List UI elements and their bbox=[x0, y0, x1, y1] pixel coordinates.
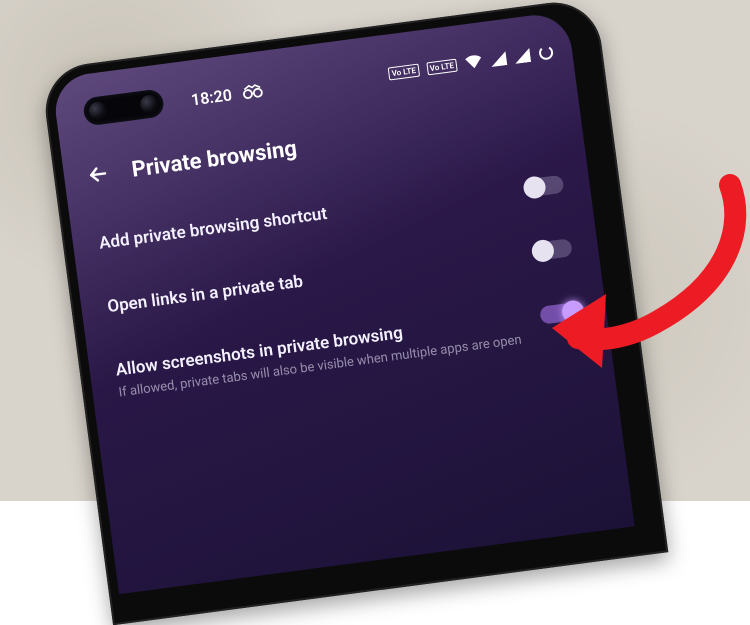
sim2-indicator: Vo LTE bbox=[426, 58, 458, 75]
signal-icon-2 bbox=[513, 48, 531, 64]
phone-body: 18:20 Vo LTE Vo LTE bbox=[40, 0, 668, 625]
incognito-icon bbox=[241, 83, 265, 100]
toggle-add-shortcut[interactable] bbox=[522, 175, 564, 198]
back-arrow-icon[interactable] bbox=[85, 161, 112, 188]
sim1-indicator: Vo LTE bbox=[388, 63, 420, 80]
wifi-icon bbox=[464, 54, 484, 70]
loading-spinner-icon bbox=[537, 44, 555, 62]
toggle-allow-screenshots[interactable] bbox=[539, 302, 581, 325]
toggle-open-links[interactable] bbox=[531, 238, 573, 261]
phone-screen: 18:20 Vo LTE Vo LTE bbox=[51, 11, 634, 594]
status-clock: 18:20 bbox=[190, 85, 233, 109]
front-camera-cutout bbox=[82, 88, 165, 126]
page-title: Private browsing bbox=[130, 136, 298, 182]
signal-icon bbox=[490, 51, 508, 67]
